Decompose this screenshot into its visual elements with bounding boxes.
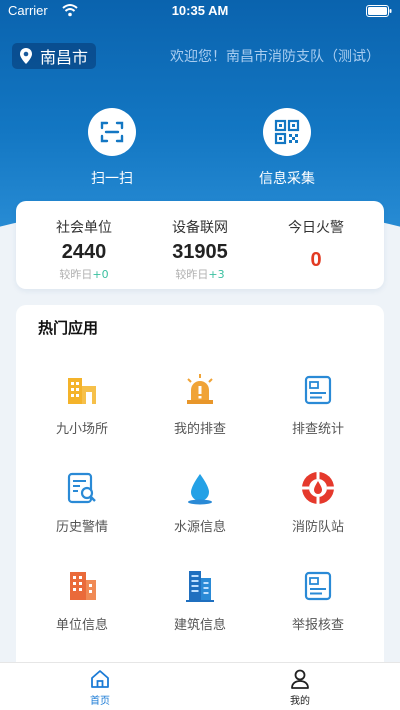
stat-value: 31905: [172, 241, 228, 263]
stat-title: 社会单位: [56, 220, 112, 236]
location-pin-icon: [20, 48, 32, 64]
document-search-icon: [67, 472, 96, 504]
stat-change: 较昨日+0: [59, 268, 109, 281]
fire-station-icon: [302, 472, 334, 504]
scan-label: 扫一扫: [91, 171, 133, 187]
app-fire-station[interactable]: 消防队站: [263, 470, 373, 535]
city-name: 南昌市: [40, 48, 89, 67]
alarm-icon: [187, 374, 213, 404]
water-drop-icon: [188, 474, 212, 505]
app-water-source[interactable]: 水源信息: [145, 470, 255, 535]
app-unit-info[interactable]: 单位信息: [27, 568, 137, 633]
stat-title: 今日火警: [288, 220, 344, 236]
stat-value: 0: [310, 249, 322, 271]
home-icon: [91, 670, 109, 688]
buildings-icon: [68, 378, 96, 404]
app-label: 水源信息: [173, 520, 226, 535]
app-inspection-stats[interactable]: 排查统计: [263, 372, 373, 437]
scan-button[interactable]: 扫一扫: [67, 108, 157, 188]
city-selector[interactable]: 南昌市: [12, 43, 97, 69]
stat-social-units[interactable]: 社会单位 2440 较昨日+0: [24, 201, 144, 282]
clock: 10:35 AM: [171, 3, 229, 18]
app-label: 我的排查: [173, 422, 226, 437]
app-label: 建筑信息: [173, 618, 226, 633]
app-label: 举报核查: [291, 618, 344, 633]
stat-value: 2440: [61, 241, 107, 263]
info-collect-label: 信息采集: [259, 171, 315, 187]
stat-change: 较昨日+3: [175, 268, 225, 281]
app-building-info[interactable]: 建筑信息: [145, 568, 255, 633]
battery-icon: [366, 5, 392, 17]
hot-apps-card: 热门应用 九小场所 我的排查 排查统计 历史警情 水源信息 消防队站 单位信息 …: [16, 305, 384, 710]
app-my-inspection[interactable]: 我的排查: [145, 372, 255, 437]
user-icon: [291, 669, 309, 689]
info-collect-button[interactable]: 信息采集: [242, 108, 332, 188]
tab-home[interactable]: 首页: [60, 668, 140, 707]
office-building-icon: [70, 572, 96, 600]
app-label: 单位信息: [55, 618, 108, 633]
stats-card: 社会单位 2440 较昨日+0 设备联网 31905 较昨日+3 今日火警 0: [16, 201, 384, 289]
stat-title: 设备联网: [172, 220, 228, 236]
tab-label: 首页: [90, 696, 110, 707]
stat-fires[interactable]: 今日火警 0: [256, 201, 376, 272]
bottom-tab-bar: 首页 我的: [0, 662, 400, 710]
status-bar: Carrier 10:35 AM: [0, 0, 400, 22]
stat-devices[interactable]: 设备联网 31905 较昨日+3: [140, 201, 260, 282]
app-history-alerts[interactable]: 历史警情: [27, 470, 137, 535]
app-label: 消防队站: [291, 520, 344, 535]
app-label: 九小场所: [55, 422, 108, 437]
tower-building-icon: [186, 571, 214, 602]
section-title: 热门应用: [38, 319, 99, 337]
app-label: 排查统计: [291, 422, 344, 437]
scan-icon: [100, 121, 124, 143]
app-report-verification[interactable]: 举报核查: [263, 568, 373, 633]
welcome-text: 欢迎您！南昌市消防支队（测试）: [170, 49, 380, 65]
app-label: 历史警情: [55, 520, 108, 535]
app-nine-small-places[interactable]: 九小场所: [27, 372, 137, 437]
statistics-card-icon: [304, 375, 332, 405]
report-card-icon: [304, 571, 332, 601]
tab-mine[interactable]: 我的: [260, 668, 340, 707]
qr-code-icon: [274, 119, 300, 145]
tab-label: 我的: [290, 696, 310, 707]
scan-icon-circle: [88, 108, 136, 156]
qr-icon-circle: [263, 108, 311, 156]
